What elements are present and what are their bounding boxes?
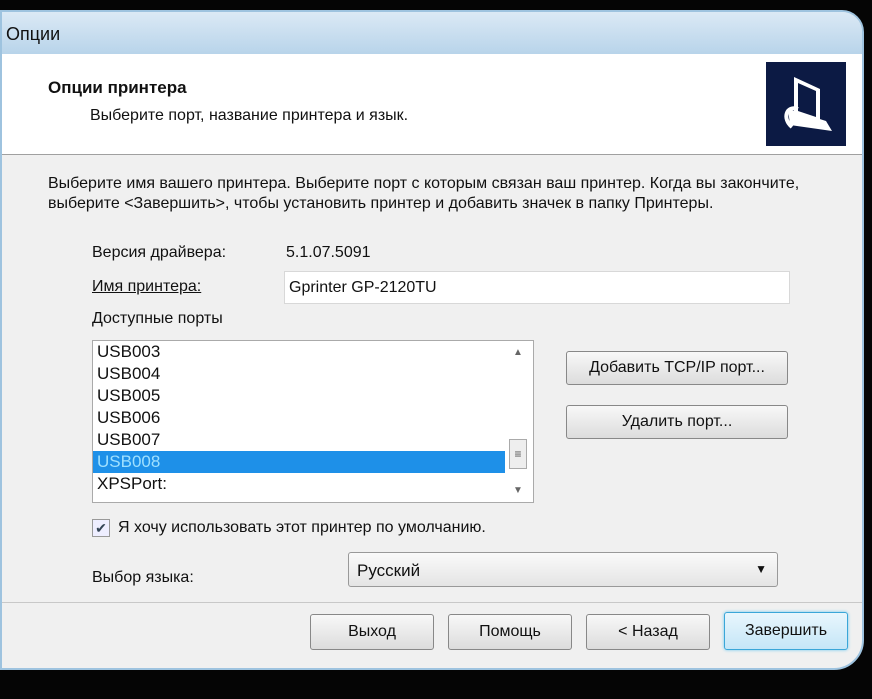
scroll-thumb[interactable]: ≡ — [509, 439, 527, 469]
printer-name-label: Имя принтера: — [92, 278, 202, 295]
port-item-selected[interactable]: USB008 — [93, 451, 505, 473]
scroll-up-icon[interactable]: ▲ — [513, 347, 523, 358]
add-tcpip-port-button[interactable]: Добавить TCP/IP порт... — [566, 351, 788, 385]
header-subtitle: Выберите порт, название принтера и язык. — [90, 107, 409, 124]
port-item[interactable]: USB006 — [93, 407, 505, 429]
chevron-down-icon: ▼ — [755, 562, 767, 576]
default-printer-checkbox[interactable]: ✔ — [92, 519, 110, 537]
back-button[interactable]: < Назад — [586, 614, 710, 650]
wizard-header: Опции принтера Выберите порт, название п… — [2, 54, 862, 155]
ports-list[interactable]: USB003 USB004 USB005 USB006 USB007 USB00… — [92, 340, 534, 503]
port-item[interactable]: USB005 — [93, 385, 505, 407]
ports-label: Доступные порты — [92, 310, 223, 327]
port-item[interactable]: USB007 — [93, 429, 505, 451]
ports-scrollbar[interactable]: ▲ ≡ ▼ — [505, 341, 533, 502]
printer-name-input[interactable]: Gprinter GP-2120TU — [284, 271, 790, 304]
language-value: Русский — [357, 561, 421, 580]
language-select[interactable]: Русский ▼ — [348, 552, 778, 587]
port-item[interactable]: USB003 — [93, 341, 505, 363]
title-bar: Опции — [2, 12, 862, 54]
options-dialog: Опции Опции принтера Выберите порт, назв… — [0, 10, 864, 670]
intro-text: Выберите имя вашего принтера. Выберите п… — [48, 175, 800, 212]
header-title: Опции принтера — [48, 78, 187, 97]
help-button[interactable]: Помощь — [448, 614, 572, 650]
port-item[interactable]: USB004 — [93, 363, 505, 385]
default-printer-label: Я хочу использовать этот принтер по умол… — [118, 519, 486, 536]
divider — [2, 602, 862, 603]
driver-version-value: 5.1.07.5091 — [286, 244, 371, 261]
port-item[interactable]: XPSPort: — [93, 473, 505, 495]
printer-setup-icon — [766, 62, 846, 146]
language-label: Выбор языка: — [92, 569, 194, 586]
finish-button[interactable]: Завершить — [724, 612, 848, 650]
scroll-down-icon[interactable]: ▼ — [513, 485, 523, 496]
exit-button[interactable]: Выход — [310, 614, 434, 650]
delete-port-button[interactable]: Удалить порт... — [566, 405, 788, 439]
driver-version-label: Версия драйвера: — [92, 244, 227, 261]
